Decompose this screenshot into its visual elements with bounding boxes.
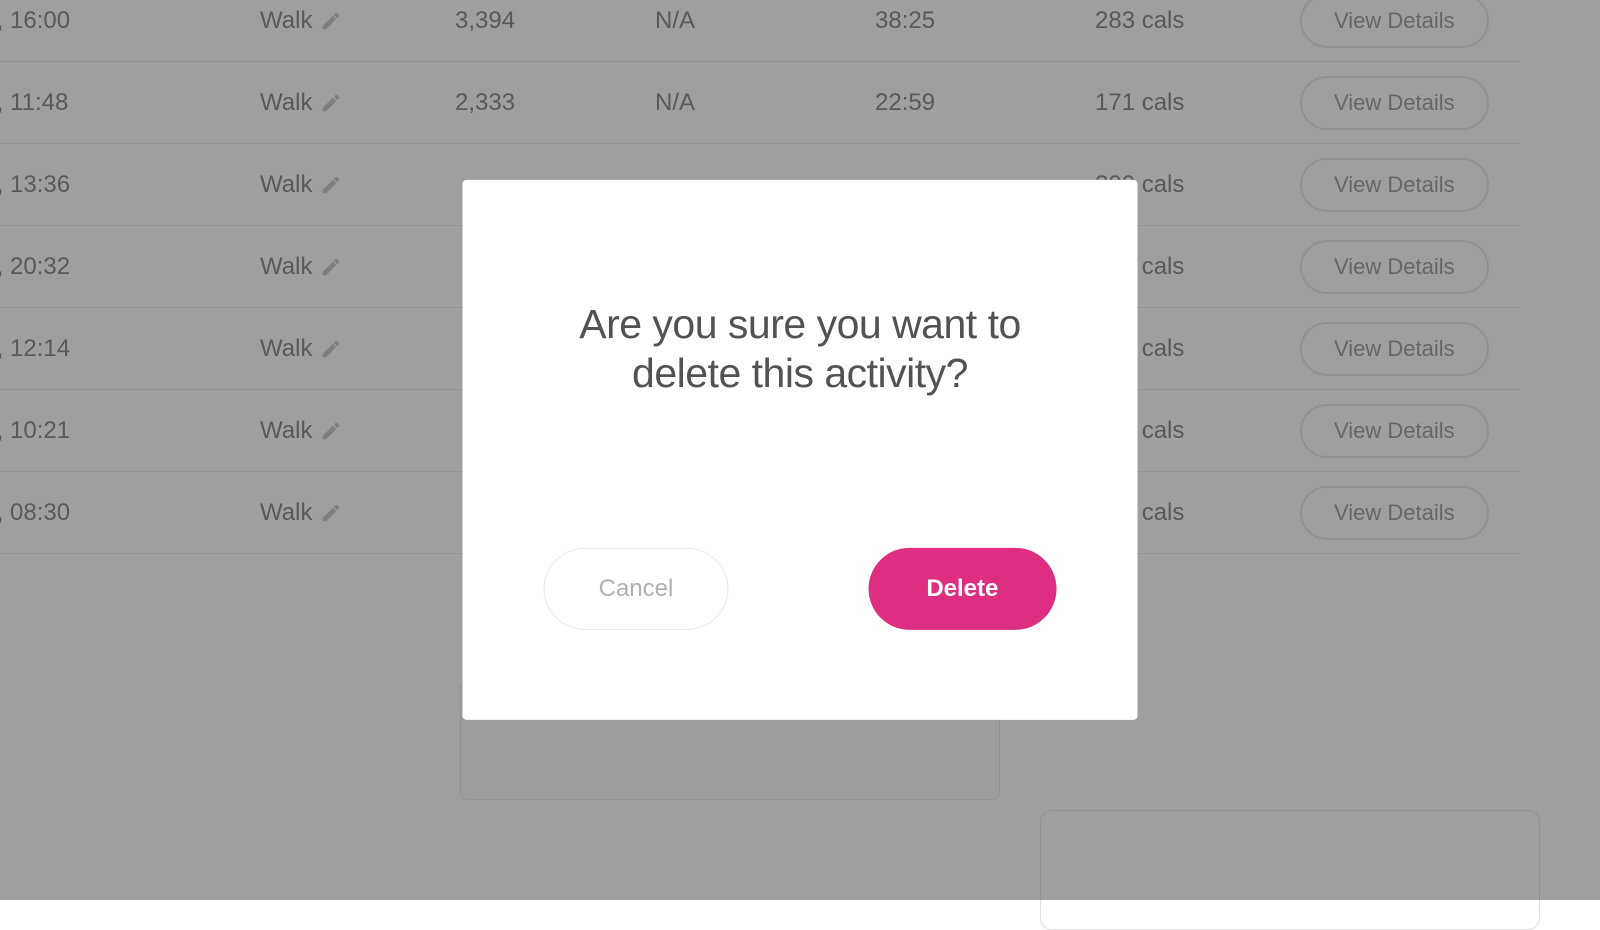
modal-buttons: Cancel Delete: [523, 548, 1078, 630]
delete-button[interactable]: Delete: [868, 548, 1056, 630]
cancel-button[interactable]: Cancel: [544, 548, 729, 630]
delete-confirmation-modal: Are you sure you want to delete this act…: [463, 180, 1138, 720]
modal-title: Are you sure you want to delete this act…: [523, 300, 1078, 398]
